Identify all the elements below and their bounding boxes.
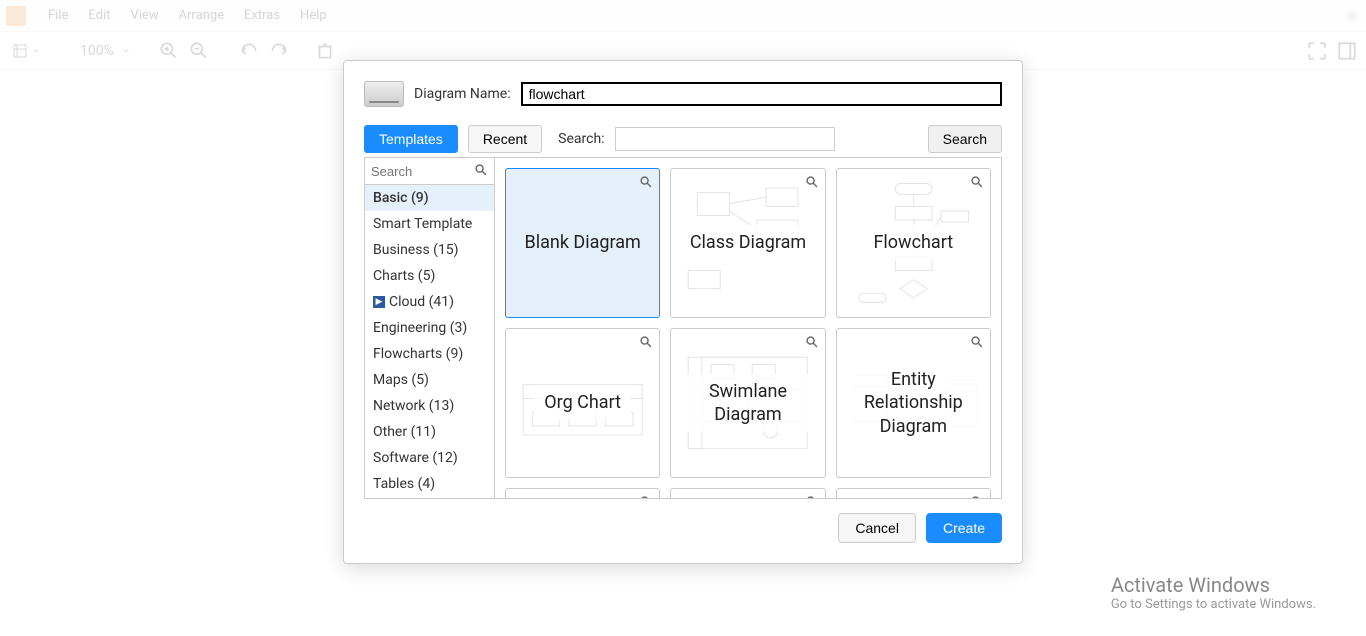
template-blank-diagram[interactable]: Blank Diagram <box>505 168 660 318</box>
template-class-diagram[interactable]: Class Diagram <box>670 168 825 318</box>
template-label: Flowchart <box>863 225 963 260</box>
storage-icon <box>364 81 404 107</box>
search-icon <box>474 163 488 177</box>
preview-icon[interactable] <box>639 175 653 189</box>
template-label: Swimlane Diagram <box>671 374 824 433</box>
search-button[interactable]: Search <box>928 125 1002 153</box>
category-sidebar: Basic (9) Smart Template Business (15) C… <box>365 158 495 498</box>
category-other[interactable]: Other (11) <box>365 419 494 445</box>
category-maps[interactable]: Maps (5) <box>365 367 494 393</box>
category-software[interactable]: Software (12) <box>365 445 494 471</box>
template-org-chart[interactable]: Org Chart <box>505 328 660 478</box>
preview-icon[interactable] <box>805 175 819 189</box>
template-flowchart[interactable]: Flowchart <box>836 168 991 318</box>
category-list[interactable]: Basic (9) Smart Template Business (15) C… <box>365 185 494 498</box>
category-cloud[interactable]: ▶Cloud (41) <box>365 289 494 315</box>
category-basic[interactable]: Basic (9) <box>365 185 494 211</box>
category-charts[interactable]: Charts (5) <box>365 263 494 289</box>
template-grid: Blank Diagram Class Diagram Flowchart <box>495 158 1001 498</box>
diagram-name-label: Diagram Name: <box>414 86 511 102</box>
modal-overlay: Diagram Name: Templates Recent Search: S… <box>0 0 1366 636</box>
preview-icon[interactable] <box>639 335 653 349</box>
category-uml[interactable]: UML (8) <box>365 497 494 498</box>
search-label: Search: <box>558 131 604 147</box>
cancel-button[interactable]: Cancel <box>838 513 916 543</box>
category-flowcharts[interactable]: Flowcharts (9) <box>365 341 494 367</box>
new-diagram-dialog: Diagram Name: Templates Recent Search: S… <box>343 60 1023 564</box>
template-search-input[interactable] <box>615 127 835 151</box>
preview-icon[interactable] <box>970 175 984 189</box>
template-card[interactable] <box>505 488 660 498</box>
preview-icon[interactable] <box>805 335 819 349</box>
template-card[interactable] <box>670 488 825 498</box>
template-label: Blank Diagram <box>515 225 651 260</box>
preview-icon[interactable] <box>970 335 984 349</box>
tab-templates[interactable]: Templates <box>364 125 458 153</box>
expand-icon: ▶ <box>373 296 385 308</box>
tab-recent[interactable]: Recent <box>468 125 542 153</box>
category-smart-template[interactable]: Smart Template <box>365 211 494 237</box>
create-button[interactable]: Create <box>926 513 1002 543</box>
preview-icon[interactable] <box>970 495 984 498</box>
template-swimlane-diagram[interactable]: Swimlane Diagram <box>670 328 825 478</box>
category-engineering[interactable]: Engineering (3) <box>365 315 494 341</box>
template-card[interactable] <box>836 488 991 498</box>
template-er-diagram[interactable]: Entity Relationship Diagram <box>836 328 991 478</box>
preview-icon[interactable] <box>639 495 653 498</box>
template-label: Entity Relationship Diagram <box>837 362 990 444</box>
preview-icon[interactable] <box>805 495 819 498</box>
category-business[interactable]: Business (15) <box>365 237 494 263</box>
template-label: Class Diagram <box>680 225 816 260</box>
category-tables[interactable]: Tables (4) <box>365 471 494 497</box>
diagram-name-input[interactable] <box>521 82 1002 106</box>
template-label: Org Chart <box>534 385 631 420</box>
category-network[interactable]: Network (13) <box>365 393 494 419</box>
